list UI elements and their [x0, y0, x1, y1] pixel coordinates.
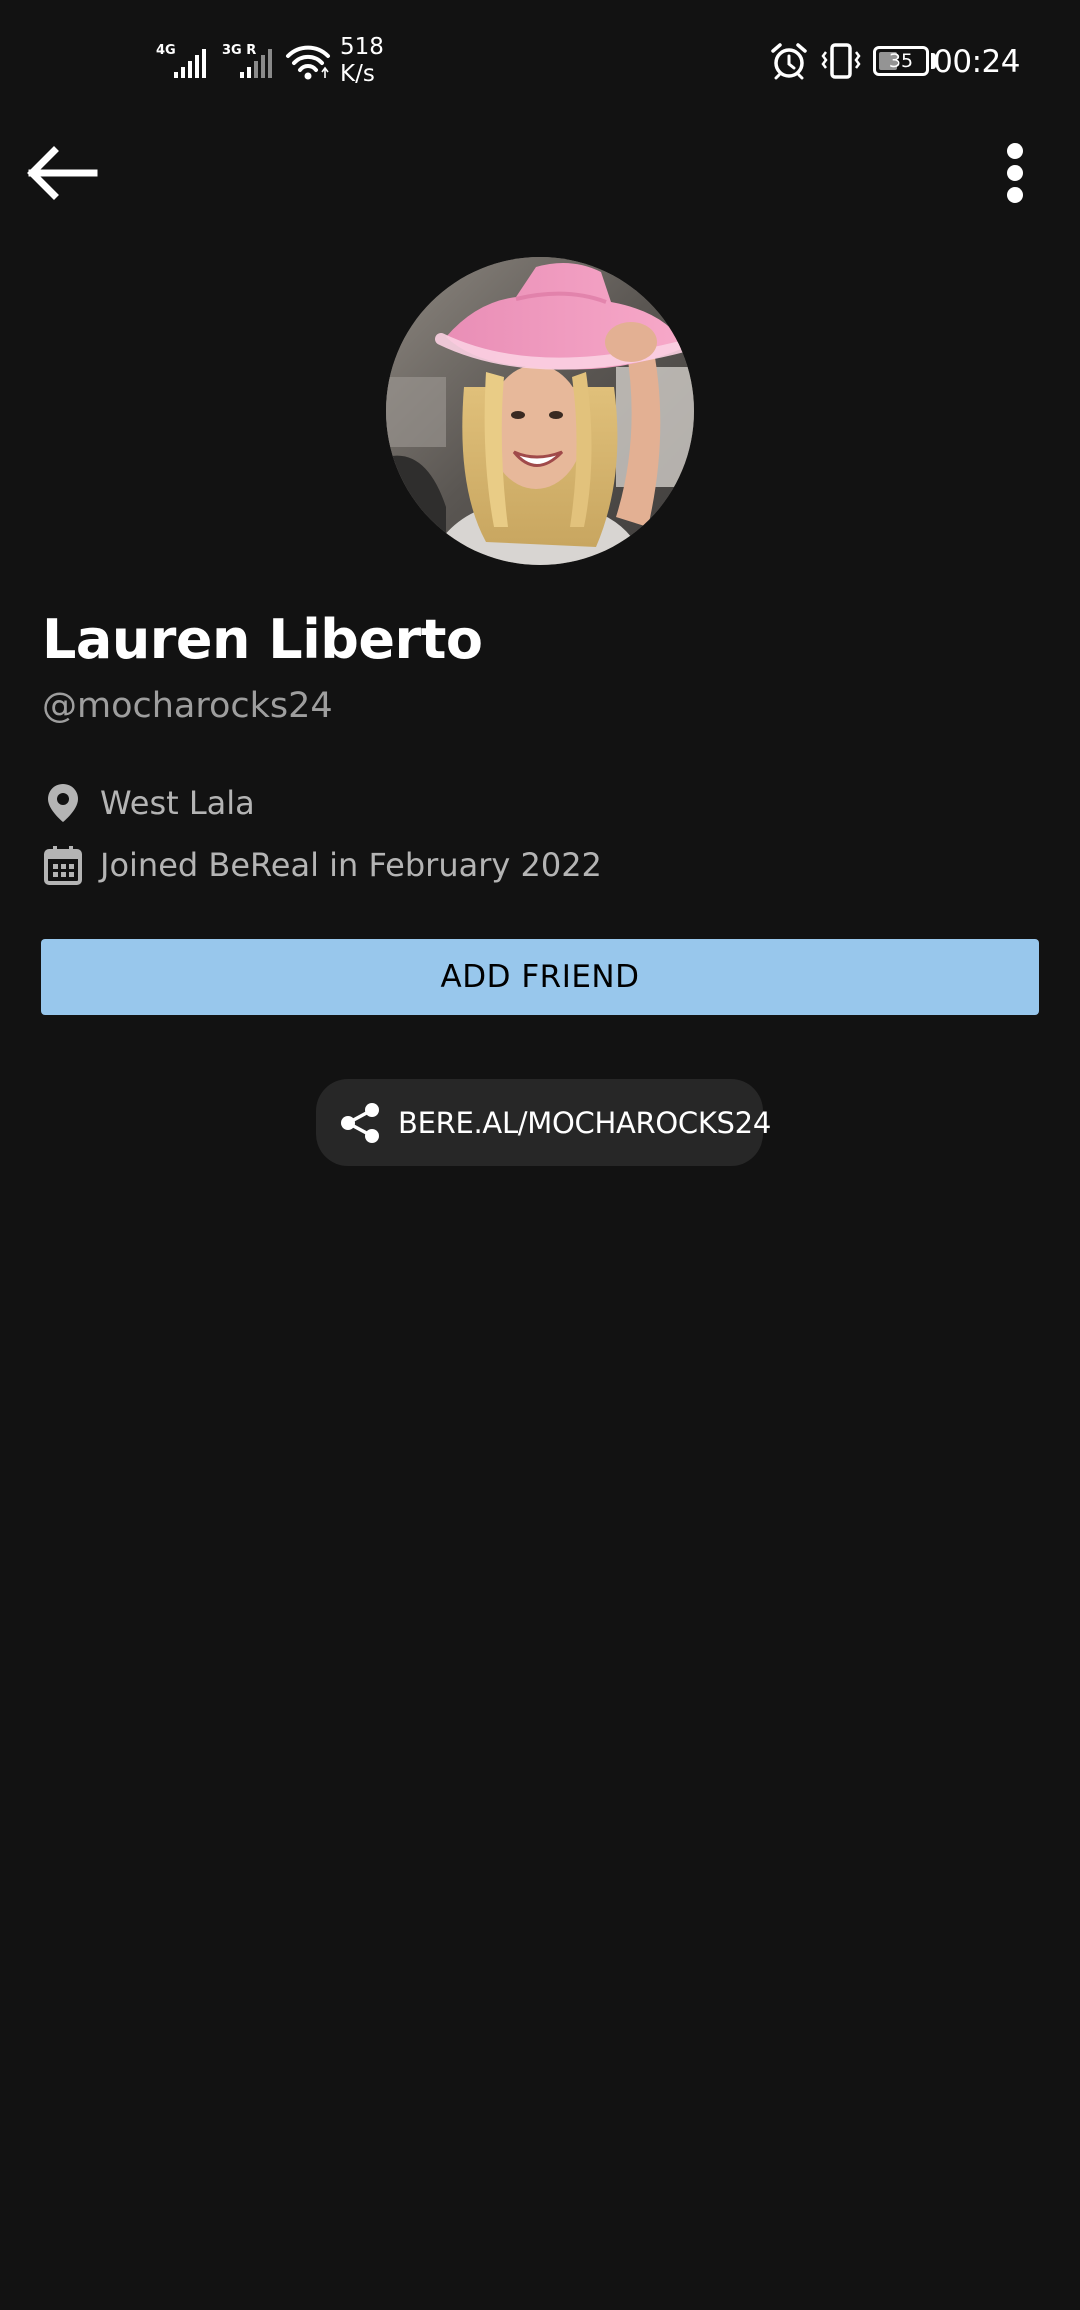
profile-handle: @mocharocks24	[42, 686, 333, 726]
location-row: West Lala	[42, 778, 255, 828]
profile-avatar[interactable]	[386, 257, 694, 565]
share-icon	[338, 1099, 382, 1147]
avatar-photo	[386, 257, 694, 565]
joined-text: Joined BeReal in February 2022	[100, 846, 602, 884]
joined-row: Joined BeReal in February 2022	[42, 840, 602, 890]
more-options-button[interactable]	[990, 138, 1040, 208]
network-speed-value: 518	[340, 34, 384, 60]
location-text: West Lala	[100, 784, 255, 822]
add-friend-button[interactable]: ADD FRIEND	[41, 939, 1039, 1015]
vibrate-icon	[821, 43, 861, 79]
wifi-icon	[286, 45, 330, 80]
battery-level: 35	[888, 50, 914, 72]
back-button[interactable]	[22, 140, 102, 206]
signal-4g-icon: 4G	[156, 43, 206, 78]
network-speed-unit: K/s	[340, 61, 375, 87]
calendar-icon	[42, 844, 84, 886]
status-bar: 4G 3G R 518 K/s 35 00:24	[0, 0, 1080, 120]
network-2-label: 3G R	[222, 43, 256, 58]
more-vertical-icon	[1007, 143, 1023, 203]
location-pin-icon	[42, 782, 84, 824]
network-1-label: 4G	[156, 43, 176, 58]
profile-name: Lauren Liberto	[42, 608, 483, 671]
battery-icon: 35	[873, 46, 929, 76]
share-link-text: BERE.AL/MOCHAROCKS24	[398, 1105, 771, 1140]
alarm-icon	[771, 43, 807, 80]
status-time: 00:24	[933, 44, 1020, 80]
signal-3g-roaming-icon: 3G R	[222, 43, 272, 78]
network-speed: 518 K/s	[340, 34, 384, 88]
arrow-left-icon	[27, 146, 98, 200]
share-profile-link-button[interactable]: BERE.AL/MOCHAROCKS24	[316, 1079, 771, 1166]
